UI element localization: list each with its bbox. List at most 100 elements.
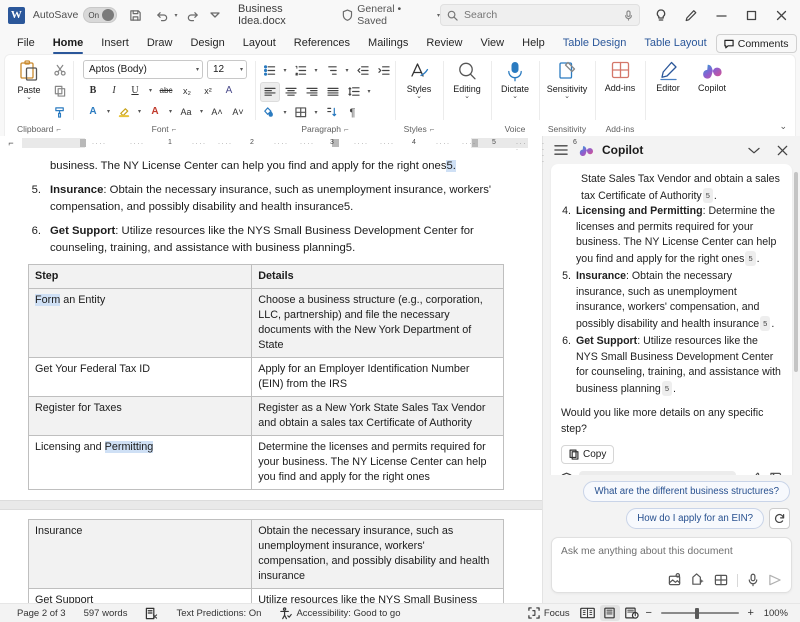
copilot-collapse-icon[interactable]: [744, 140, 764, 160]
font-color-button[interactable]: A: [83, 102, 103, 122]
cell-step[interactable]: Register for Taxes: [27, 396, 253, 436]
multilevel-list-button[interactable]: [322, 61, 342, 81]
undo-icon[interactable]: [149, 3, 175, 27]
zoom-thumb[interactable]: [695, 607, 699, 619]
chevron-down-icon[interactable]: ⌄: [512, 93, 518, 100]
paste-button[interactable]: Paste ⌄: [8, 58, 50, 101]
zoom-out-button[interactable]: −: [644, 607, 654, 619]
table-row[interactable]: Get Support Utilize resources like the N…: [27, 588, 504, 603]
microphone-icon[interactable]: [747, 573, 759, 587]
dialog-launcher-icon[interactable]: ⌐: [430, 123, 435, 136]
comments-button[interactable]: Comments: [715, 34, 797, 53]
cell-step[interactable]: Insurance: [27, 519, 253, 589]
copy-button[interactable]: [50, 81, 70, 101]
zoom-in-button[interactable]: +: [746, 607, 756, 619]
cell-step[interactable]: Licensing and Permitting: [27, 435, 253, 490]
font-color-red-button[interactable]: A: [145, 102, 165, 122]
cell-details[interactable]: Obtain the necessary insurance, such as …: [251, 519, 504, 589]
sensitivity-label-chip[interactable]: General • Saved ▾: [342, 3, 440, 27]
steps-table-part2[interactable]: Insurance Obtain the necessary insurance…: [27, 519, 504, 603]
document-page-2[interactable]: business. The NY License Center can help…: [0, 150, 542, 500]
bullets-chevron-icon[interactable]: ▾: [281, 67, 290, 74]
maximize-button[interactable]: [736, 1, 766, 29]
increase-indent-button[interactable]: [374, 61, 394, 81]
table-row[interactable]: Get Your Federal Tax ID Apply for an Emp…: [27, 357, 504, 397]
superscript-button[interactable]: x²: [198, 81, 218, 101]
tab-table-design[interactable]: Table Design: [554, 32, 636, 54]
save-icon[interactable]: [123, 3, 149, 27]
tab-insert[interactable]: Insert: [92, 32, 138, 54]
subscript-button[interactable]: x₂: [177, 81, 197, 101]
copilot-prompt-box[interactable]: Ask me anything about this document: [551, 537, 792, 593]
help-lightbulb-icon[interactable]: [646, 1, 676, 29]
citation-badge[interactable]: 5: [661, 380, 672, 396]
decrease-indent-button[interactable]: [353, 61, 373, 81]
dictate-button[interactable]: Dictate ⌄: [494, 58, 536, 100]
cell-details[interactable]: Utilize resources like the NYS Small Bus…: [251, 588, 504, 603]
font-color-chevron-icon[interactable]: ▾: [104, 108, 113, 115]
align-right-button[interactable]: [302, 82, 322, 102]
tab-design[interactable]: Design: [181, 32, 233, 54]
table-row[interactable]: Licensing and Permitting Determine the l…: [27, 435, 504, 490]
refresh-suggestions-icon[interactable]: [769, 508, 790, 529]
cell-step[interactable]: Form an Entity: [27, 288, 253, 358]
status-text-predictions[interactable]: Text Predictions: On: [167, 608, 270, 619]
prompt-gallery-icon[interactable]: [691, 573, 705, 587]
web-layout-button[interactable]: [622, 605, 642, 621]
customize-toolbar-icon[interactable]: [206, 3, 224, 27]
horizontal-ruler[interactable]: ⌐ 1 2 3 4 5 6 · · · · · · · · · · · · · …: [0, 136, 577, 165]
borders-button[interactable]: [291, 103, 311, 123]
citation-badge[interactable]: 5: [760, 315, 771, 331]
citation-badge[interactable]: 5: [745, 250, 756, 266]
print-layout-button[interactable]: [599, 605, 620, 621]
show-formatting-marks-button[interactable]: ¶: [343, 103, 363, 123]
steps-table-part1[interactable]: Step Details Form an Entity Choose a bus…: [27, 264, 504, 490]
left-indent-marker[interactable]: [80, 138, 86, 147]
chevron-down-icon[interactable]: ⌄: [464, 93, 470, 100]
numbering-button[interactable]: [291, 61, 311, 81]
dialog-launcher-icon[interactable]: ⌐: [344, 123, 349, 136]
undo-chevron-icon[interactable]: ▾: [174, 12, 177, 19]
apps-grid-icon[interactable]: [714, 573, 728, 587]
tab-review[interactable]: Review: [417, 32, 471, 54]
redo-icon[interactable]: [180, 3, 206, 27]
tab-table-layout[interactable]: Table Layout: [635, 32, 715, 54]
autosave-toggle[interactable]: On: [83, 7, 118, 23]
page-content[interactable]: Insurance Obtain the necessary insurance…: [0, 519, 542, 603]
tab-file[interactable]: File: [8, 32, 44, 54]
tab-layout[interactable]: Layout: [234, 32, 285, 54]
grow-font-button[interactable]: A˄: [207, 102, 227, 122]
tab-mailings[interactable]: Mailings: [359, 32, 417, 54]
sensitivity-button[interactable]: Sensitivity ⌄: [541, 58, 593, 100]
cell-details[interactable]: Determine the licenses and permits requi…: [251, 435, 504, 490]
thumbs-up-icon[interactable]: [751, 472, 763, 475]
search-input[interactable]: Search: [440, 4, 640, 26]
document-page-3[interactable]: Insurance Obtain the necessary insurance…: [0, 510, 542, 603]
multilevel-chevron-icon[interactable]: ▾: [343, 67, 352, 74]
table-row[interactable]: Form an Entity Choose a business structu…: [27, 288, 504, 358]
styles-button[interactable]: Styles ⌄: [398, 58, 440, 100]
cell-details[interactable]: Choose a business structure (e.g., corpo…: [251, 288, 504, 358]
cut-button[interactable]: [50, 60, 70, 80]
font-name-input[interactable]: Aptos (Body) ▾: [83, 60, 203, 79]
sort-button[interactable]: [322, 103, 342, 123]
font-size-input[interactable]: 12 ▾: [207, 60, 247, 79]
pen-ribbon-display-icon[interactable]: [676, 1, 706, 29]
cell-step[interactable]: Get Your Federal Tax ID: [27, 357, 253, 397]
close-button[interactable]: [766, 1, 796, 29]
highlight-chevron-icon[interactable]: ▾: [135, 108, 144, 115]
page-content[interactable]: business. The NY License Center can help…: [0, 158, 542, 490]
tab-view[interactable]: View: [471, 32, 513, 54]
cell-step[interactable]: Get Support: [27, 588, 253, 603]
tab-help[interactable]: Help: [513, 32, 554, 54]
read-mode-button[interactable]: [578, 605, 598, 621]
borders-chevron-icon[interactable]: ▾: [312, 109, 321, 116]
citation-badge[interactable]: 5: [702, 187, 713, 203]
chevron-down-icon[interactable]: ⌄: [416, 93, 422, 100]
zoom-level-label[interactable]: 100%: [758, 608, 792, 619]
table-row[interactable]: Insurance Obtain the necessary insurance…: [27, 519, 504, 589]
suggestion-chip[interactable]: How do I apply for an EIN?: [626, 508, 764, 529]
shrink-font-button[interactable]: A˅: [228, 102, 248, 122]
dialog-launcher-icon[interactable]: ⌐: [56, 123, 61, 136]
underline-button[interactable]: U: [125, 81, 145, 101]
